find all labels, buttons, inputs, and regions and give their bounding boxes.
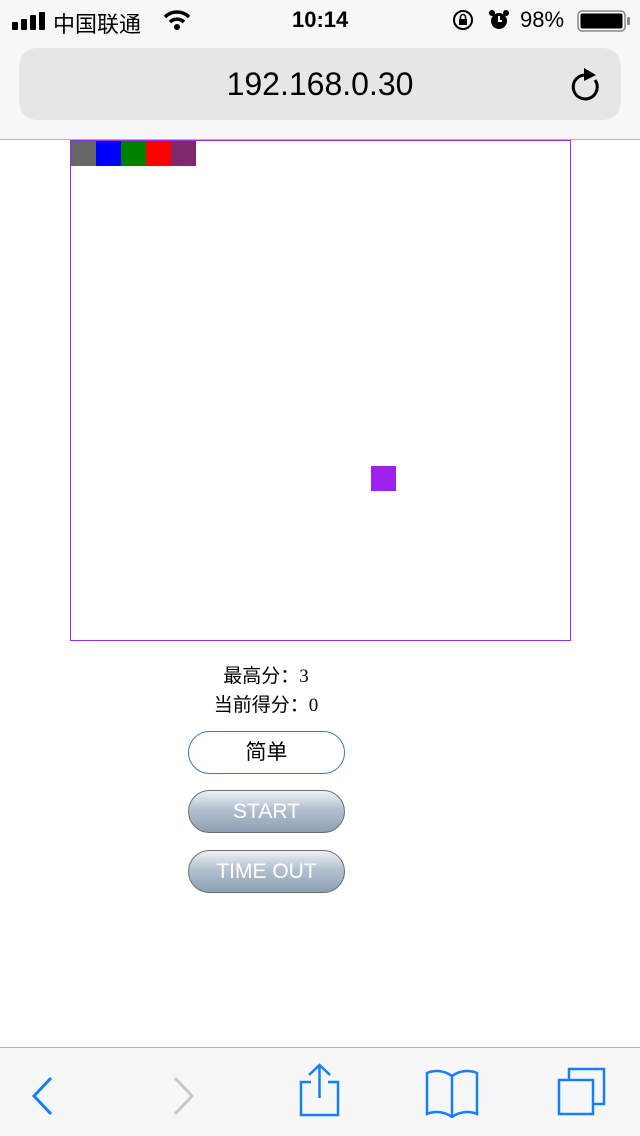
alarm-icon — [489, 10, 509, 29]
browser-toolbar: 192.168.0.30 — [0, 40, 640, 140]
high-score-value: 3 — [299, 666, 309, 687]
snake-segment — [171, 141, 196, 166]
clock: 10:14 — [292, 7, 349, 32]
game-board[interactable] — [70, 140, 571, 641]
snake-segment — [146, 141, 171, 166]
signal-icon — [12, 12, 45, 30]
bottom-toolbar — [0, 1047, 640, 1136]
back-icon[interactable] — [30, 1076, 56, 1116]
battery-icon — [577, 10, 630, 32]
address-bar[interactable]: 192.168.0.30 — [19, 48, 621, 120]
carrier: 中国联通 — [53, 12, 142, 37]
high-score-label: 最高分： — [223, 666, 300, 687]
snake-segment — [71, 141, 96, 166]
forward-icon[interactable] — [170, 1076, 196, 1116]
snake-segment — [96, 141, 121, 166]
rotation-lock-icon — [453, 10, 473, 30]
bookmarks-icon[interactable] — [424, 1068, 480, 1118]
url-text[interactable]: 192.168.0.30 — [19, 66, 621, 103]
high-score: 最高分：3 — [0, 661, 532, 688]
timeout-button[interactable]: TIME OUT — [188, 850, 345, 893]
wifi-icon — [163, 10, 191, 30]
current-score-label: 当前得分： — [213, 695, 309, 716]
start-button[interactable]: START — [188, 790, 345, 833]
current-score: 当前得分：0 — [0, 690, 532, 717]
battery-percent: 98% — [520, 7, 565, 32]
current-score-value: 0 — [308, 695, 319, 716]
share-icon[interactable] — [298, 1062, 342, 1118]
snake-segment — [121, 141, 146, 166]
difficulty-button[interactable]: 简单 — [188, 731, 345, 774]
status-bar: 中国联通 10:14 98% — [0, 0, 640, 40]
food — [371, 466, 396, 491]
tabs-icon[interactable] — [556, 1066, 610, 1118]
reload-icon[interactable] — [569, 66, 603, 102]
